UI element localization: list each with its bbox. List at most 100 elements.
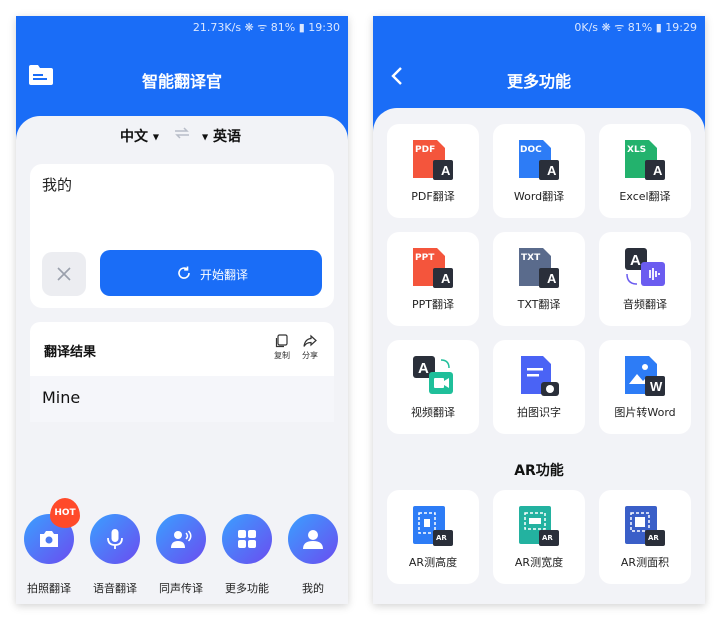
ar-area-icon [625, 506, 665, 546]
refresh-icon [178, 266, 190, 279]
photo-text-icon [521, 356, 559, 396]
copy-icon [275, 334, 288, 348]
svg-text:A: A [653, 163, 663, 178]
file-badge: TXT [521, 253, 541, 263]
file-badge: PPT [415, 253, 435, 263]
copy-button[interactable]: 复制 [270, 334, 294, 361]
grid-icon [238, 530, 256, 548]
close-icon [57, 267, 71, 281]
swap-languages-icon[interactable] [173, 125, 191, 145]
tile-label: 视频翻译 [411, 406, 455, 419]
tile-label: AR测高度 [408, 556, 458, 569]
nav-item-photo-translate[interactable]: HOT 拍照翻译 [16, 498, 82, 596]
status-text: 21.73K/s ❋ ᯤ 81% ▮ 19:30 [192, 21, 340, 34]
tile-image-to-word[interactable]: W 图片转Word [599, 340, 691, 434]
user-icon [303, 530, 323, 549]
tile-label: AR测宽度 [514, 556, 564, 569]
tile-audio-translate[interactable]: A 音频翻译 [599, 232, 691, 326]
image-word-icon: W [625, 356, 665, 396]
tile-ar-width[interactable]: AR AR测宽度 [493, 490, 585, 584]
nav-circle: HOT [24, 498, 80, 564]
hot-badge: HOT [50, 498, 80, 528]
target-language-label: 英语 [213, 129, 242, 145]
tile-ar-height[interactable]: AR AR测高度 [387, 490, 479, 584]
ar-badge: AR [648, 534, 659, 542]
tile-video-translate[interactable]: A 视频翻译 [387, 340, 479, 434]
tile-txt-translate[interactable]: A TXT TXT翻译 [493, 232, 585, 326]
nav-label: 拍照翻译 [27, 582, 71, 595]
audio-icon: A [625, 248, 665, 286]
svg-text:A: A [630, 252, 641, 269]
source-language-label: 中文 [120, 129, 148, 145]
svg-text:A: A [547, 271, 557, 286]
nav-item-more-features[interactable]: 更多功能 [214, 514, 280, 596]
tile-label: 拍图识字 [517, 406, 561, 419]
status-bar: 0K/s ❋ ᯤ 81% ▮ 19:29 [373, 16, 705, 38]
tile-pdf-translate[interactable]: A PDF PDF翻译 [387, 124, 479, 218]
camera-icon [40, 531, 58, 547]
caret-down-icon: ▼ [152, 132, 160, 142]
start-translate-button[interactable]: 开始翻译 [100, 250, 322, 296]
share-label: 分享 [302, 351, 318, 360]
result-text: Mine [42, 388, 81, 407]
svg-text:A: A [441, 271, 451, 286]
file-badge: DOC [520, 145, 542, 155]
tile-label: PPT翻译 [412, 298, 454, 311]
tile-ppt-translate[interactable]: A PPT PPT翻译 [387, 232, 479, 326]
nav-item-profile[interactable]: 我的 [280, 514, 346, 596]
tile-label: Excel翻译 [619, 190, 671, 203]
copy-label: 复制 [274, 351, 290, 360]
status-text: 0K/s ❋ ᯤ 81% ▮ 19:29 [574, 21, 697, 34]
nav-circle [222, 514, 272, 564]
nav-label: 更多功能 [225, 582, 269, 595]
svg-text:W: W [650, 379, 663, 394]
ar-badge: AR [436, 534, 447, 542]
tile-excel-translate[interactable]: A XLS Excel翻译 [599, 124, 691, 218]
input-card: 我的 开始翻译 [30, 164, 334, 308]
source-language-dropdown[interactable]: 中文 ▼ [120, 126, 159, 146]
result-title: 翻译结果 [44, 345, 97, 360]
tile-label: 图片转Word [614, 406, 676, 419]
nav-circle [156, 514, 206, 564]
tile-photo-text[interactable]: 拍图识字 [493, 340, 585, 434]
source-text-input[interactable]: 我的 [42, 174, 72, 195]
file-badge: PDF [415, 145, 436, 155]
translator-home-screen: 21.73K/s ❋ ᯤ 81% ▮ 19:30 智能翻译官 中文 ▼ ▼ 英语… [16, 16, 348, 604]
nav-circle [90, 514, 140, 564]
nav-item-simultaneous[interactable]: 同声传译 [148, 514, 214, 596]
ar-badge: AR [542, 534, 553, 542]
result-header: 翻译结果 复制 分享 [30, 322, 334, 376]
target-language-dropdown[interactable]: ▼ 英语 [202, 126, 241, 146]
language-selector: 中文 ▼ ▼ 英语 [16, 126, 348, 148]
share-icon [303, 334, 317, 347]
tile-label: PDF翻译 [411, 190, 455, 203]
share-button[interactable]: 分享 [298, 334, 322, 361]
tile-word-translate[interactable]: A DOC Word翻译 [493, 124, 585, 218]
status-bar: 21.73K/s ❋ ᯤ 81% ▮ 19:30 [16, 16, 348, 38]
page-title: 更多功能 [506, 72, 571, 91]
ar-height-icon [413, 506, 453, 546]
page-title: 智能翻译官 [141, 72, 222, 91]
start-translate-label: 开始翻译 [200, 268, 249, 282]
ar-width-icon [519, 506, 559, 546]
nav-label: 我的 [302, 582, 324, 595]
more-features-screen: 0K/s ❋ ᯤ 81% ▮ 19:29 更多功能 A PDF PDF翻译 A … [373, 16, 705, 604]
tile-label: Word翻译 [513, 190, 565, 203]
clear-button[interactable] [42, 252, 86, 296]
ar-section-title: AR功能 [514, 463, 564, 479]
caret-down-icon: ▼ [202, 132, 209, 142]
speaker-icon [171, 530, 192, 548]
tile-label: AR测面积 [620, 556, 670, 569]
svg-text:A: A [418, 360, 429, 377]
bottom-nav: HOT 拍照翻译 语音翻译 同声传译 更多功能 我的 [16, 498, 348, 604]
svg-text:A: A [547, 163, 557, 178]
tile-label: TXT翻译 [517, 298, 561, 311]
file-badge: XLS [627, 145, 647, 155]
result-body: Mine [30, 376, 334, 422]
tile-label: 音频翻译 [623, 298, 667, 311]
nav-circle [288, 514, 338, 564]
nav-item-voice-translate[interactable]: 语音翻译 [82, 514, 148, 596]
nav-label: 语音翻译 [93, 582, 137, 595]
microphone-icon [107, 529, 123, 549]
tile-ar-area[interactable]: AR AR测面积 [599, 490, 691, 584]
